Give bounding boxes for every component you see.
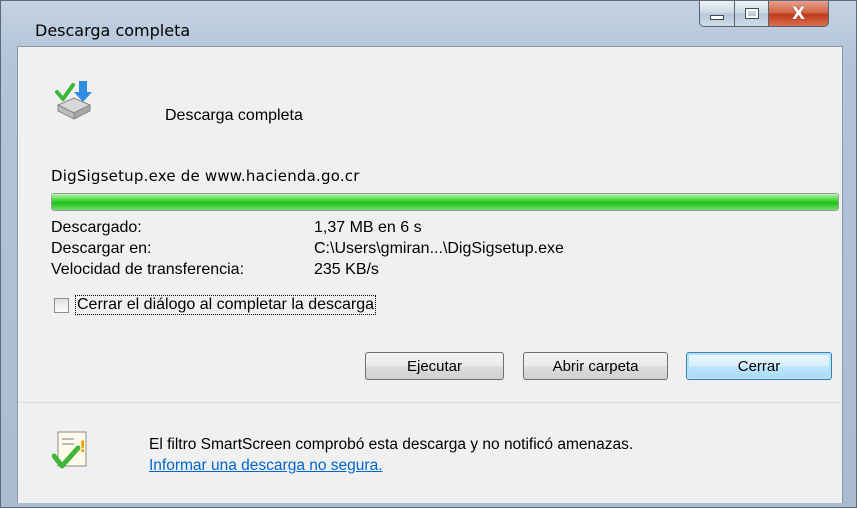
close-on-complete-checkbox[interactable] xyxy=(54,297,69,313)
download-complete-icon xyxy=(55,81,92,120)
detail-label: Velocidad de transferencia: xyxy=(51,261,245,278)
header-status-text: Descarga completa xyxy=(165,107,303,124)
close-on-complete-option[interactable]: Cerrar el diálogo al completar la descar… xyxy=(54,295,377,315)
maximize-button[interactable] xyxy=(735,1,769,27)
smartscreen-check-icon: ! xyxy=(52,431,87,469)
close-button[interactable]: Cerrar xyxy=(686,352,832,380)
detail-value: 1,37 MB en 6 s xyxy=(314,219,422,236)
download-dialog-window: Descarga completa X Descarga completa Di… xyxy=(0,0,857,508)
caption-buttons: X xyxy=(699,1,829,27)
open-folder-button[interactable]: Abrir carpeta xyxy=(523,352,668,380)
run-button[interactable]: Ejecutar xyxy=(365,352,504,380)
close-on-complete-label[interactable]: Cerrar el diálogo al completar la descar… xyxy=(75,295,377,315)
download-progress-bar xyxy=(51,193,839,211)
svg-text:!: ! xyxy=(79,437,86,456)
close-window-button[interactable]: X xyxy=(769,1,829,27)
maximize-icon xyxy=(744,8,759,19)
file-source-line: DigSigsetup.exe de www.hacienda.go.cr xyxy=(51,167,360,185)
download-progress-fill xyxy=(52,194,838,210)
smartscreen-message: El filtro SmartScreen comprobó esta desc… xyxy=(149,436,634,453)
dialog-client-area: Descarga completa DigSigsetup.exe de www… xyxy=(17,46,843,503)
report-unsafe-download-link[interactable]: Informar una descarga no segura. xyxy=(149,457,383,475)
detail-label: Descargado: xyxy=(51,219,142,236)
detail-value: 235 KB/s xyxy=(314,261,379,278)
close-icon: X xyxy=(791,3,806,24)
title-bar[interactable]: Descarga completa X xyxy=(9,1,849,45)
window-title: Descarga completa xyxy=(35,21,191,40)
minimize-button[interactable] xyxy=(699,1,735,27)
detail-label: Descargar en: xyxy=(51,240,152,257)
minimize-icon xyxy=(710,15,724,20)
detail-value: C:\Users\gmiran...\DigSigsetup.exe xyxy=(314,240,564,257)
